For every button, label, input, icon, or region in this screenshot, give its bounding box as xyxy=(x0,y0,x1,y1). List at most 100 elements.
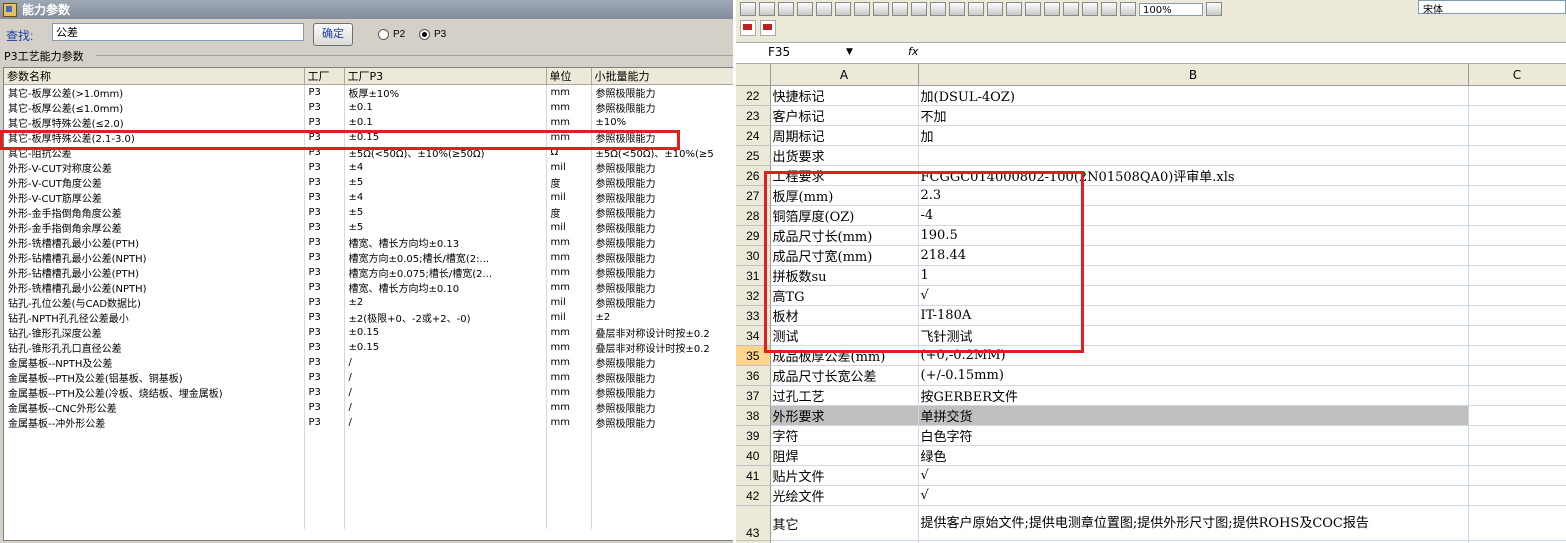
cell-col-b[interactable]: 绿色 xyxy=(918,445,1469,466)
cell-col-c[interactable] xyxy=(1468,265,1566,286)
cell-col-a[interactable]: 客户标记 xyxy=(770,105,919,126)
cell-col-a[interactable]: 成品尺寸长(mm) xyxy=(770,225,919,246)
print-preview-icon[interactable] xyxy=(854,2,870,16)
select-all-corner[interactable] xyxy=(736,64,771,86)
cell-col-c[interactable] xyxy=(1468,245,1566,266)
confirm-button[interactable]: 确定 xyxy=(313,23,353,46)
cell-col-c[interactable] xyxy=(1468,465,1566,486)
params-grid[interactable]: 参数名称 工厂 工厂P3 单位 小批量能力 其它-板厚公差(>1.0mm) P3 板… xyxy=(3,67,733,541)
cell-col-b[interactable]: IT-180A xyxy=(918,305,1469,326)
radio-p2[interactable]: P2 xyxy=(378,29,405,40)
row-number-cell[interactable]: 36 xyxy=(736,365,771,386)
sheet-row[interactable]: 36 成品尺寸长宽公差 (+/-0.15mm) xyxy=(736,365,1566,386)
name-box-dropdown-icon[interactable]: ▼ xyxy=(846,44,853,60)
cell-col-c[interactable] xyxy=(1468,445,1566,466)
redo-icon[interactable] xyxy=(1006,2,1022,16)
cell-col-a[interactable]: 光绘文件 xyxy=(770,485,919,506)
cell-col-b[interactable]: 加 xyxy=(918,125,1469,146)
cell-col-b[interactable]: √ xyxy=(918,465,1469,486)
table-row[interactable]: 钻孔-锥形孔深度公差 P3 ±0.15 mm 叠层非对称设计时按±0.2 xyxy=(4,325,733,340)
table-row[interactable]: 外形-钻槽槽孔最小公差(NPTH) P3 槽宽方向±0.05;槽长/槽宽(2:...… xyxy=(4,250,733,265)
table-row[interactable]: 金属基板--NPTH及公差 P3/mm 参照极限能力 xyxy=(4,355,733,370)
row-number-cell[interactable]: 35 xyxy=(736,345,771,366)
table-row[interactable]: 钻孔-孔位公差(与CAD数据比) P3 ±2 mil 参照极限能力 xyxy=(4,295,733,310)
sheet-row[interactable]: 23 客户标记 不加 xyxy=(736,105,1566,126)
cell-col-b[interactable]: FCGGC014000802-100(2N01508QA0)评审单.xls xyxy=(918,165,1469,186)
spelling-icon[interactable] xyxy=(873,2,889,16)
radio-p2-dot[interactable] xyxy=(378,29,389,40)
radio-p3[interactable]: P3 xyxy=(419,29,446,40)
sheet-row[interactable]: 37 过孔工艺 按GERBER文件 xyxy=(736,385,1566,406)
cell-col-c[interactable] xyxy=(1468,185,1566,206)
cell-col-a[interactable]: 板材 xyxy=(770,305,919,326)
table-row[interactable]: 金属基板--PTH及公差(铝基板、铜基板) P3/mm 参照极限能力 xyxy=(4,370,733,385)
cell-col-c[interactable] xyxy=(1468,485,1566,506)
row-number-cell[interactable]: 25 xyxy=(736,145,771,166)
row-number-cell[interactable]: 40 xyxy=(736,445,771,466)
cell-col-b[interactable]: 218.44 xyxy=(918,245,1469,266)
hyperlink-icon[interactable] xyxy=(1025,2,1041,16)
search-input[interactable] xyxy=(52,23,304,41)
cell-col-a[interactable]: 工程要求 xyxy=(770,165,919,186)
column-header-b[interactable]: B xyxy=(918,64,1469,86)
table-row[interactable]: 外形-V-CUT角度公差 P3 ±5 度参照极限能力 xyxy=(4,175,733,190)
cell-col-b[interactable]: 提供客户原始文件;提供电测章位置图;提供外形尺寸图;提供ROHS及COC报告 xyxy=(918,505,1469,541)
row-number-cell[interactable]: 37 xyxy=(736,385,771,406)
sheet-row[interactable]: 30 成品尺寸宽(mm) 218.44 xyxy=(736,245,1566,266)
cell-col-a[interactable]: 过孔工艺 xyxy=(770,385,919,406)
col-header-unit[interactable]: 单位 xyxy=(546,68,592,85)
cell-col-a[interactable]: 板厚(mm) xyxy=(770,185,919,206)
cell-col-b[interactable]: 单拼交货 xyxy=(918,405,1469,426)
row-number-cell[interactable]: 32 xyxy=(736,285,771,306)
table-row[interactable]: 钻孔-NPTH孔孔径公差最小 P3 ±2(极限+0、-2或+2、-0) mil ±2 xyxy=(4,310,733,325)
row-number-cell[interactable]: 39 xyxy=(736,425,771,446)
table-row[interactable]: 外形-V-CUT对称度公差 P3 ±4 mil 参照极限能力 xyxy=(4,160,733,175)
name-box[interactable]: F35 xyxy=(736,44,856,60)
cell-col-c[interactable] xyxy=(1468,365,1566,386)
cell-col-a[interactable]: 阻焊 xyxy=(770,445,919,466)
chart-wizard-icon[interactable] xyxy=(1101,2,1117,16)
sheet-row[interactable]: 34 测试 飞针测试 xyxy=(736,325,1566,346)
cell-col-c[interactable] xyxy=(1468,285,1566,306)
sheet-row[interactable]: 42 光绘文件 √ xyxy=(736,485,1566,506)
row-number-cell[interactable]: 41 xyxy=(736,465,771,486)
cell-col-a[interactable]: 铜箔厚度(OZ) xyxy=(770,205,919,226)
cell-col-c[interactable] xyxy=(1468,85,1566,106)
cell-col-a[interactable]: 外形要求 xyxy=(770,405,919,426)
cell-col-b[interactable]: 按GERBER文件 xyxy=(918,385,1469,406)
sheet-row[interactable]: 38 外形要求 单拼交货 xyxy=(736,405,1566,426)
row-number-cell[interactable]: 30 xyxy=(736,245,771,266)
sheet-row[interactable]: 32 高TG √ xyxy=(736,285,1566,306)
sheet-row[interactable]: 27 板厚(mm) 2.3 xyxy=(736,185,1566,206)
print-icon[interactable] xyxy=(835,2,851,16)
cell-col-a[interactable]: 周期标记 xyxy=(770,125,919,146)
table-row[interactable]: 其它-阻抗公差 P3 ±5Ω(<50Ω)、±10%(≥50Ω) Ω ±5Ω(<50Ω)、… xyxy=(4,145,733,160)
cell-col-a[interactable]: 成品尺寸宽(mm) xyxy=(770,245,919,266)
font-name-select[interactable]: 宋体 xyxy=(1418,0,1566,16)
cell-col-c[interactable] xyxy=(1468,125,1566,146)
pdf-convert-icon[interactable] xyxy=(740,20,756,36)
sheet-row[interactable]: 40 阻焊 绿色 xyxy=(736,445,1566,466)
cell-col-b[interactable]: -4 xyxy=(918,205,1469,226)
row-number-cell[interactable]: 24 xyxy=(736,125,771,146)
new-icon[interactable] xyxy=(740,2,756,16)
sheet-row[interactable]: 39 字符 白色字符 xyxy=(736,425,1566,446)
cell-col-c[interactable] xyxy=(1468,385,1566,406)
row-number-cell[interactable]: 33 xyxy=(736,305,771,326)
cell-col-c[interactable] xyxy=(1468,165,1566,186)
cell-col-b[interactable]: √ xyxy=(918,485,1469,506)
cell-col-a[interactable]: 成品尺寸长宽公差 xyxy=(770,365,919,386)
table-row[interactable]: 钻孔-锥形孔孔口直径公差 P3 ±0.15 mm 叠层非对称设计时按±0.2 xyxy=(4,340,733,355)
help-icon[interactable] xyxy=(1206,2,1222,16)
sheet-row[interactable]: 22 快捷标记 加(DSUL-4OZ) xyxy=(736,85,1566,106)
paste-icon[interactable] xyxy=(949,2,965,16)
undo-icon[interactable] xyxy=(987,2,1003,16)
open-icon[interactable] xyxy=(759,2,775,16)
table-row[interactable]: 金属基板--冲外形公差 P3/mm 参照极限能力 xyxy=(4,415,733,430)
sheet-row[interactable]: 41 贴片文件 √ xyxy=(736,465,1566,486)
table-row[interactable]: 外形-金手指倒角余厚公差 P3 ±5 mil 参照极限能力 xyxy=(4,220,733,235)
table-row[interactable]: 其它-板厚特殊公差(≤2.0) P3 ±0.1 mm ±10% xyxy=(4,115,733,130)
column-header-a[interactable]: A xyxy=(770,64,919,86)
sort-ascending-icon[interactable] xyxy=(1063,2,1079,16)
row-number-cell[interactable]: 43 xyxy=(736,505,771,541)
